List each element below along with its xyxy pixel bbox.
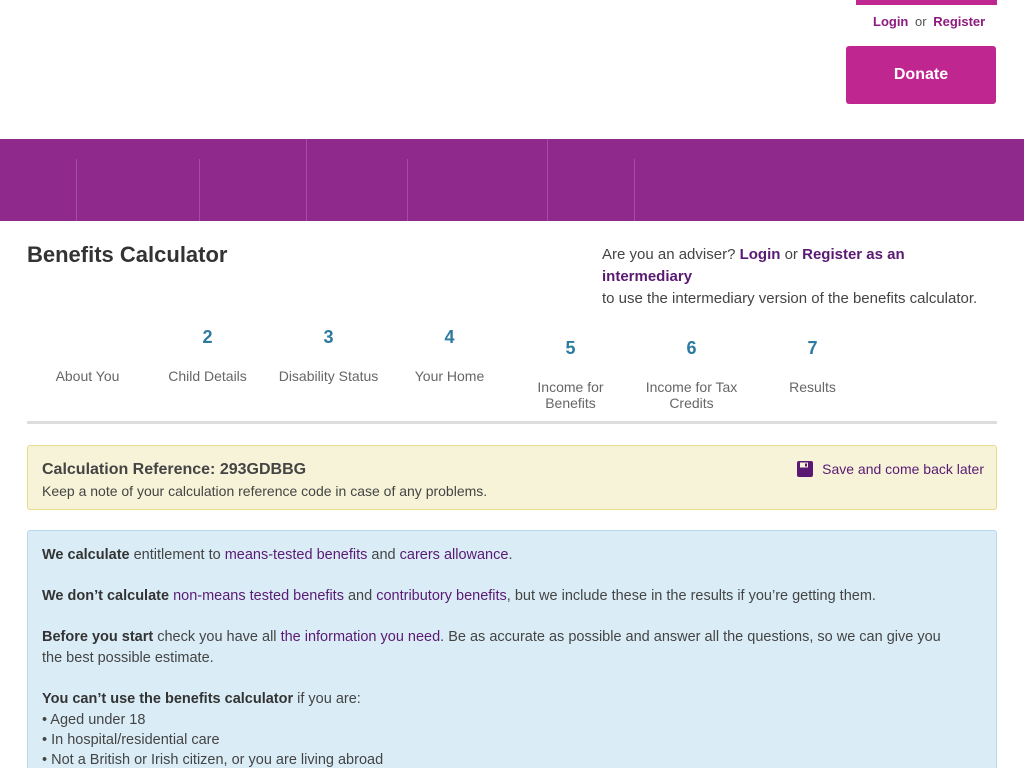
step-label: Income for Tax Credits [645, 379, 738, 411]
step-number [27, 320, 148, 342]
adviser-suffix: to use the intermediary version of the b… [602, 290, 978, 307]
step-label: Your Home [414, 368, 485, 384]
auth-links: Login or Register [873, 14, 985, 29]
non-means-tested-benefits-link[interactable]: non-means tested benefits [173, 588, 344, 604]
auth-separator: or [915, 14, 927, 29]
save-floppy-icon [797, 461, 814, 477]
nav-divider [407, 159, 408, 221]
carers-allowance-link[interactable]: carers allowance [400, 547, 509, 563]
adviser-login-link[interactable]: Login [740, 246, 781, 263]
info-text: check you have all [153, 629, 281, 645]
info-cannot-use: You can’t use the benefits calculator if… [42, 689, 982, 768]
list-item: • Not a British or Irish citizen, or you… [42, 752, 384, 768]
step-number: 3 [323, 327, 334, 347]
info-text: and [367, 547, 400, 563]
info-text: if you are: [293, 691, 361, 707]
info-bold: We don’t calculate [42, 588, 170, 604]
page-title: Benefits Calculator [27, 242, 228, 267]
step-child-details[interactable]: 2 Child Details [147, 327, 268, 384]
info-before-you-start: Before you start check you have all the … [42, 627, 952, 669]
info-text: . [508, 547, 513, 563]
info-we-dont-calculate: We don’t calculate non-means tested bene… [42, 586, 952, 607]
info-panel: We calculate entitlement to means-tested… [27, 530, 997, 768]
step-results[interactable]: 7 Results [752, 338, 873, 395]
main-navigation [0, 139, 1024, 221]
adviser-notice: Are you an adviser? Login or Register as… [602, 244, 992, 310]
step-label: Child Details [168, 368, 247, 384]
step-number: 5 [565, 338, 576, 358]
step-label: Results [789, 379, 836, 395]
step-income-benefits[interactable]: 5 Income for Benefits [510, 338, 631, 411]
step-number: 4 [444, 327, 455, 347]
information-you-need-link[interactable]: the information you need [281, 629, 441, 645]
step-label: About You [55, 368, 120, 384]
list-item: • In hospital/residential care [42, 732, 220, 748]
nav-divider [306, 139, 307, 221]
nav-divider [199, 159, 200, 221]
nav-divider [547, 139, 548, 221]
donate-button[interactable]: Donate [846, 46, 996, 104]
means-tested-benefits-link[interactable]: means-tested benefits [225, 547, 368, 563]
info-bold: We calculate [42, 547, 130, 563]
step-label: Disability Status [278, 368, 379, 384]
nav-divider [634, 159, 635, 221]
step-label: Income for Benefits [537, 379, 604, 411]
info-bold: Before you start [42, 629, 154, 645]
adviser-or: or [784, 246, 798, 263]
info-text: , but we include these in the results if… [506, 588, 876, 604]
step-your-home[interactable]: 4 Your Home [389, 327, 510, 384]
info-text: and [343, 588, 377, 604]
eligibility-list: • Aged under 18 • In hospital/residentia… [42, 710, 982, 768]
login-link[interactable]: Login [873, 14, 908, 29]
nav-divider [76, 159, 77, 221]
step-disability-status[interactable]: 3 Disability Status [268, 327, 389, 384]
progress-steps: About You 2 Child Details 3 Disability S… [27, 320, 997, 424]
info-bold: You can’t use the benefits calculator [42, 691, 294, 707]
step-about-you[interactable]: About You [27, 320, 148, 384]
calculation-reference: Calculation Reference: 293GDBBG [42, 461, 307, 478]
step-number: 7 [807, 338, 818, 358]
register-link[interactable]: Register [933, 14, 985, 29]
step-number: 2 [202, 327, 213, 347]
step-income-tax-credits[interactable]: 6 Income for Tax Credits [631, 338, 752, 411]
info-we-calculate: We calculate entitlement to means-tested… [42, 545, 952, 566]
top-accent-bar [856, 0, 997, 5]
adviser-prefix: Are you an adviser? [602, 246, 736, 263]
list-item: • Aged under 18 [42, 712, 146, 728]
calculation-reference-panel: Calculation Reference: 293GDBBG Keep a n… [27, 445, 997, 510]
save-later-label: Save and come back later [822, 461, 984, 477]
reference-note: Keep a note of your calculation referenc… [42, 483, 488, 499]
info-text: entitlement to [129, 547, 225, 563]
save-and-come-back-button[interactable]: Save and come back later [797, 461, 984, 477]
contributory-benefits-link[interactable]: contributory benefits [376, 588, 507, 604]
step-number: 6 [686, 338, 697, 358]
